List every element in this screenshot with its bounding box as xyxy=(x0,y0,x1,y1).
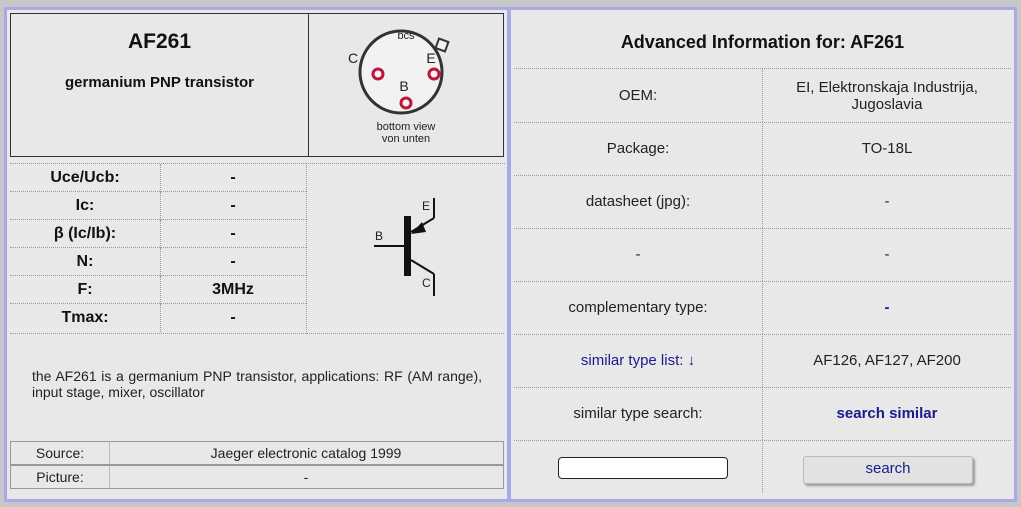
source-value: Jaeger electronic catalog 1999 xyxy=(210,445,402,461)
transistor-info-panel: AF261 germanium PNP transistor bcs C E B… xyxy=(7,10,507,499)
similar-search-row: similar type search: search similar xyxy=(514,387,1011,441)
complementary-label: complementary type: xyxy=(514,281,763,334)
header-box: AF261 germanium PNP transistor bcs C E B… xyxy=(10,13,504,157)
pnp-transistor-symbol-icon: E B C xyxy=(374,198,435,296)
complementary-row: complementary type: - xyxy=(514,281,1011,335)
empty-row: - - xyxy=(514,228,1011,282)
param-row: F: 3MHz xyxy=(10,275,306,304)
pin-e-label: E xyxy=(426,50,436,66)
similar-list-row: similar type list: ↓ AF126, AF127, AF200 xyxy=(514,334,1011,388)
param-row: Tmax: - xyxy=(10,303,306,332)
advanced-title: Advanced Information for: AF261 xyxy=(514,16,1011,69)
empty-value: - xyxy=(884,246,890,263)
symbol-e-label: E xyxy=(422,199,430,213)
search-row: search xyxy=(514,440,1011,493)
oem-row: OEM: EI, Elektronskaja Industrija, Jugos… xyxy=(514,69,1011,123)
caption-line2: von unten xyxy=(381,133,431,145)
oem-value: EI, Elektronskaja Industrija, Jugoslavia xyxy=(796,78,978,113)
empty-label: - xyxy=(514,228,763,281)
param-row: β (Ic/Ib): - xyxy=(10,219,306,248)
transistor-symbol: E B C xyxy=(306,163,505,334)
picture-row: Picture: - xyxy=(10,465,504,489)
param-value: - xyxy=(230,169,236,186)
package-diagram: bcs C E B bottom view von unten xyxy=(309,14,503,156)
param-label: Tmax: xyxy=(10,304,161,332)
caption-line1: bottom view xyxy=(376,121,436,133)
source-row: Source: Jaeger electronic catalog 1999 xyxy=(10,441,504,465)
param-label: F: xyxy=(10,276,161,304)
param-label: β (Ic/Ib): xyxy=(10,220,161,248)
search-similar-link[interactable]: search similar xyxy=(837,405,938,422)
package-label: Package: xyxy=(514,122,763,175)
datasheet-label: datasheet (jpg): xyxy=(514,175,763,228)
oem-label: OEM: xyxy=(514,69,763,122)
param-row: Uce/Ucb: - xyxy=(10,163,306,192)
param-row: N: - xyxy=(10,247,306,276)
source-label: Source: xyxy=(11,442,110,464)
pins-label: bcs xyxy=(397,30,415,42)
datasheet-value: - xyxy=(884,193,890,210)
picture-label: Picture: xyxy=(11,466,110,488)
picture-value: - xyxy=(303,469,309,485)
package-row: Package: TO-18L xyxy=(514,122,1011,176)
package-value: TO-18L xyxy=(861,140,913,157)
similar-search-label: similar type search: xyxy=(514,387,763,440)
param-value: - xyxy=(230,253,236,270)
search-button-cell: search xyxy=(763,440,1011,493)
param-label: N: xyxy=(10,248,161,276)
search-input-cell xyxy=(514,440,763,493)
parameters-table: Uce/Ucb: - Ic: - β (Ic/Ib): - N: - F: 3M… xyxy=(10,163,306,333)
param-value: 3MHz xyxy=(212,281,254,298)
complementary-link[interactable]: - xyxy=(885,299,890,316)
symbol-b-label: B xyxy=(375,229,383,243)
param-value: - xyxy=(230,197,236,214)
similar-type-list-link[interactable]: similar type list: ↓ xyxy=(581,352,695,369)
datasheet-row: datasheet (jpg): - xyxy=(514,175,1011,229)
advanced-info-panel: Advanced Information for: AF261 OEM: EI,… xyxy=(511,10,1014,499)
param-row: Ic: - xyxy=(10,191,306,220)
search-button[interactable]: search xyxy=(803,456,973,484)
param-label: Uce/Ucb: xyxy=(10,164,161,192)
page-frame: AF261 germanium PNP transistor bcs C E B… xyxy=(4,7,1017,502)
search-input[interactable] xyxy=(558,457,728,479)
description: the AF261 is a germanium PNP transistor,… xyxy=(10,333,504,441)
param-value: - xyxy=(230,225,236,242)
pin-b-label: B xyxy=(399,78,409,94)
symbol-c-label: C xyxy=(422,276,431,290)
param-label: Ic: xyxy=(10,192,161,220)
part-subtitle: germanium PNP transistor xyxy=(65,74,254,91)
title-cell: AF261 germanium PNP transistor xyxy=(11,14,309,156)
param-value: - xyxy=(230,309,236,326)
similar-types-value: AF126, AF127, AF200 xyxy=(813,352,961,369)
